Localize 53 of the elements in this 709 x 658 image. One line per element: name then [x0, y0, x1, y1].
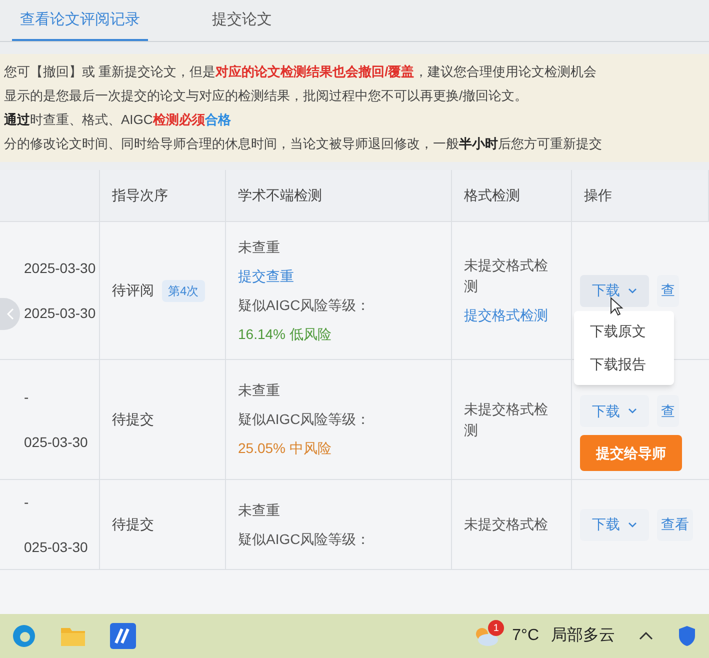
status-text: 未查重 — [238, 238, 280, 256]
date-text: 2025-03-30 — [24, 304, 97, 322]
review-status: 待提交 — [112, 410, 154, 429]
date-text: 025-03-30 — [24, 432, 89, 452]
status-text: 未提交格式检测 — [464, 256, 549, 296]
notice-line: 您可【撤回】或 重新提交论文，但是对应的论文检测结果也会撤回/覆盖，建议您合理使用论文检测机会 — [4, 63, 598, 81]
view-button[interactable]: 查看 — [657, 508, 693, 540]
submit-link[interactable]: 提交查重 — [238, 266, 294, 286]
submit-link[interactable]: 提交格式检测 — [464, 305, 548, 326]
view-button[interactable]: 查 — [657, 274, 679, 306]
notice-line: 分的修改论文时间、同时给导师合理的休息时间，当论文被导师退回修改，一般半小时后您方可重新提交 — [4, 135, 603, 153]
date-text: - — [24, 492, 30, 512]
status-text: 疑似AIGC风险等级： — [238, 296, 370, 314]
status-text: 未查重 — [238, 381, 280, 400]
tab[interactable]: 查看论文评阅记录 — [12, 4, 148, 41]
view-button[interactable]: 查 — [657, 395, 679, 427]
status-text: 未查重 — [238, 500, 280, 520]
column-header: 学术不端检测 — [238, 186, 322, 205]
temperature-text: 7°C — [512, 626, 539, 646]
status-text: 疑似AIGC风险等级： — [238, 410, 370, 429]
caret-icon — [628, 408, 637, 414]
tab[interactable]: 提交论文 — [204, 4, 280, 41]
notice-line: 显示的是您最后一次提交的论文与对应的检测结果，批阅过程中您不可以再更换/撤回论文。 — [4, 87, 529, 105]
download-dropdown[interactable]: 下载 — [580, 395, 649, 427]
caret-icon — [628, 522, 637, 528]
notice-line: 通过时查重、格式、AIGC检测必须合格 — [4, 111, 232, 129]
menu-item[interactable]: 下载原文 — [574, 314, 674, 348]
date-text: 025-03-30 — [24, 538, 89, 556]
menu-item[interactable]: 下载报告 — [574, 348, 674, 380]
risk-level: 16.14% 低风险 — [238, 324, 332, 344]
risk-level: 25.05% 中风险 — [238, 439, 332, 458]
round-badge: 第4次 — [162, 280, 205, 302]
shield-icon[interactable] — [677, 625, 697, 647]
review-status: 待提交 — [112, 515, 154, 534]
status-text: 未提交格式检 — [464, 515, 548, 534]
chevron-left-icon — [6, 308, 14, 320]
browser-icon[interactable] — [12, 624, 36, 648]
column-header: 格式检测 — [464, 186, 520, 205]
chevron-up-icon[interactable] — [639, 632, 653, 640]
column-header: 操作 — [584, 186, 612, 205]
status-text: 未提交格式检测 — [464, 400, 549, 440]
notification-badge: 1 — [488, 620, 504, 636]
caret-icon — [628, 288, 637, 294]
status-text: 疑似AIGC风险等级： — [238, 530, 370, 548]
submit-to-tutor-button[interactable]: 提交给导师 — [580, 435, 682, 471]
date-text: - — [24, 388, 30, 406]
weather-text: 局部多云 — [551, 626, 615, 646]
download-dropdown[interactable]: 下载 — [580, 274, 649, 306]
review-status: 待评阅 — [112, 281, 154, 300]
date-text: 2025-03-30 — [24, 258, 97, 278]
column-header: 指导次序 — [112, 186, 168, 205]
download-dropdown[interactable]: 下载 — [580, 508, 649, 540]
app-icon[interactable] — [110, 623, 136, 649]
